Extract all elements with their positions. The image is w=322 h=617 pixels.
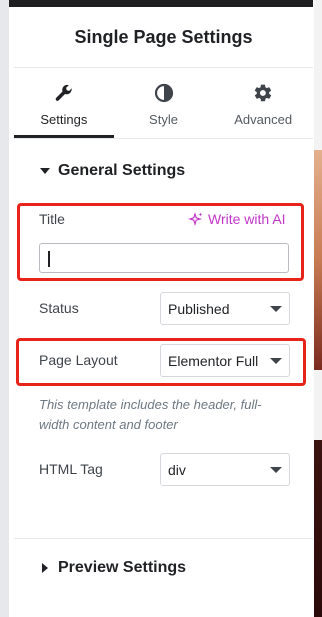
- settings-panel: Single Page Settings Settings Style Adva…: [14, 7, 313, 617]
- dropdown-arrow-icon: [270, 467, 282, 473]
- section-heading: General Settings: [58, 162, 186, 179]
- tab-label: Advanced: [234, 112, 293, 127]
- status-value: Published: [168, 300, 230, 317]
- divider: [14, 538, 313, 539]
- section-heading: Preview Settings: [58, 559, 187, 576]
- status-label: Status: [39, 300, 79, 316]
- tab-bar: Settings Style Advanced: [14, 68, 313, 138]
- tab-advanced[interactable]: Advanced: [213, 68, 313, 138]
- preview-settings-toggle[interactable]: Preview Settings: [14, 556, 313, 580]
- preview-image: [314, 150, 322, 370]
- canvas-preview: [314, 0, 322, 617]
- general-settings-toggle[interactable]: General Settings: [14, 159, 313, 183]
- top-bar: [9, 0, 313, 7]
- html-tag-label: HTML Tag: [39, 461, 103, 477]
- gear-icon: [252, 82, 274, 104]
- tab-settings[interactable]: Settings: [14, 68, 114, 138]
- preview-image: [314, 440, 322, 617]
- html-tag-value: div: [168, 461, 186, 478]
- html-tag-select[interactable]: div: [160, 453, 290, 486]
- tab-label: Settings: [40, 112, 88, 127]
- tab-style[interactable]: Style: [114, 68, 214, 138]
- editor-gutter: [0, 0, 9, 617]
- highlight-box-layout: [16, 338, 306, 386]
- tab-label: Style: [149, 112, 178, 127]
- half-circle-icon: [153, 82, 175, 104]
- dropdown-arrow-icon: [270, 306, 282, 312]
- caret-right-icon: [40, 563, 50, 573]
- page-layout-description: This template includes the header, full-…: [39, 397, 262, 432]
- highlight-box-title: [17, 203, 304, 281]
- panel-title: Single Page Settings: [74, 26, 253, 47]
- wrench-icon: [53, 82, 75, 104]
- divider: [14, 138, 313, 139]
- status-select[interactable]: Published: [160, 292, 290, 325]
- caret-down-icon: [40, 166, 50, 176]
